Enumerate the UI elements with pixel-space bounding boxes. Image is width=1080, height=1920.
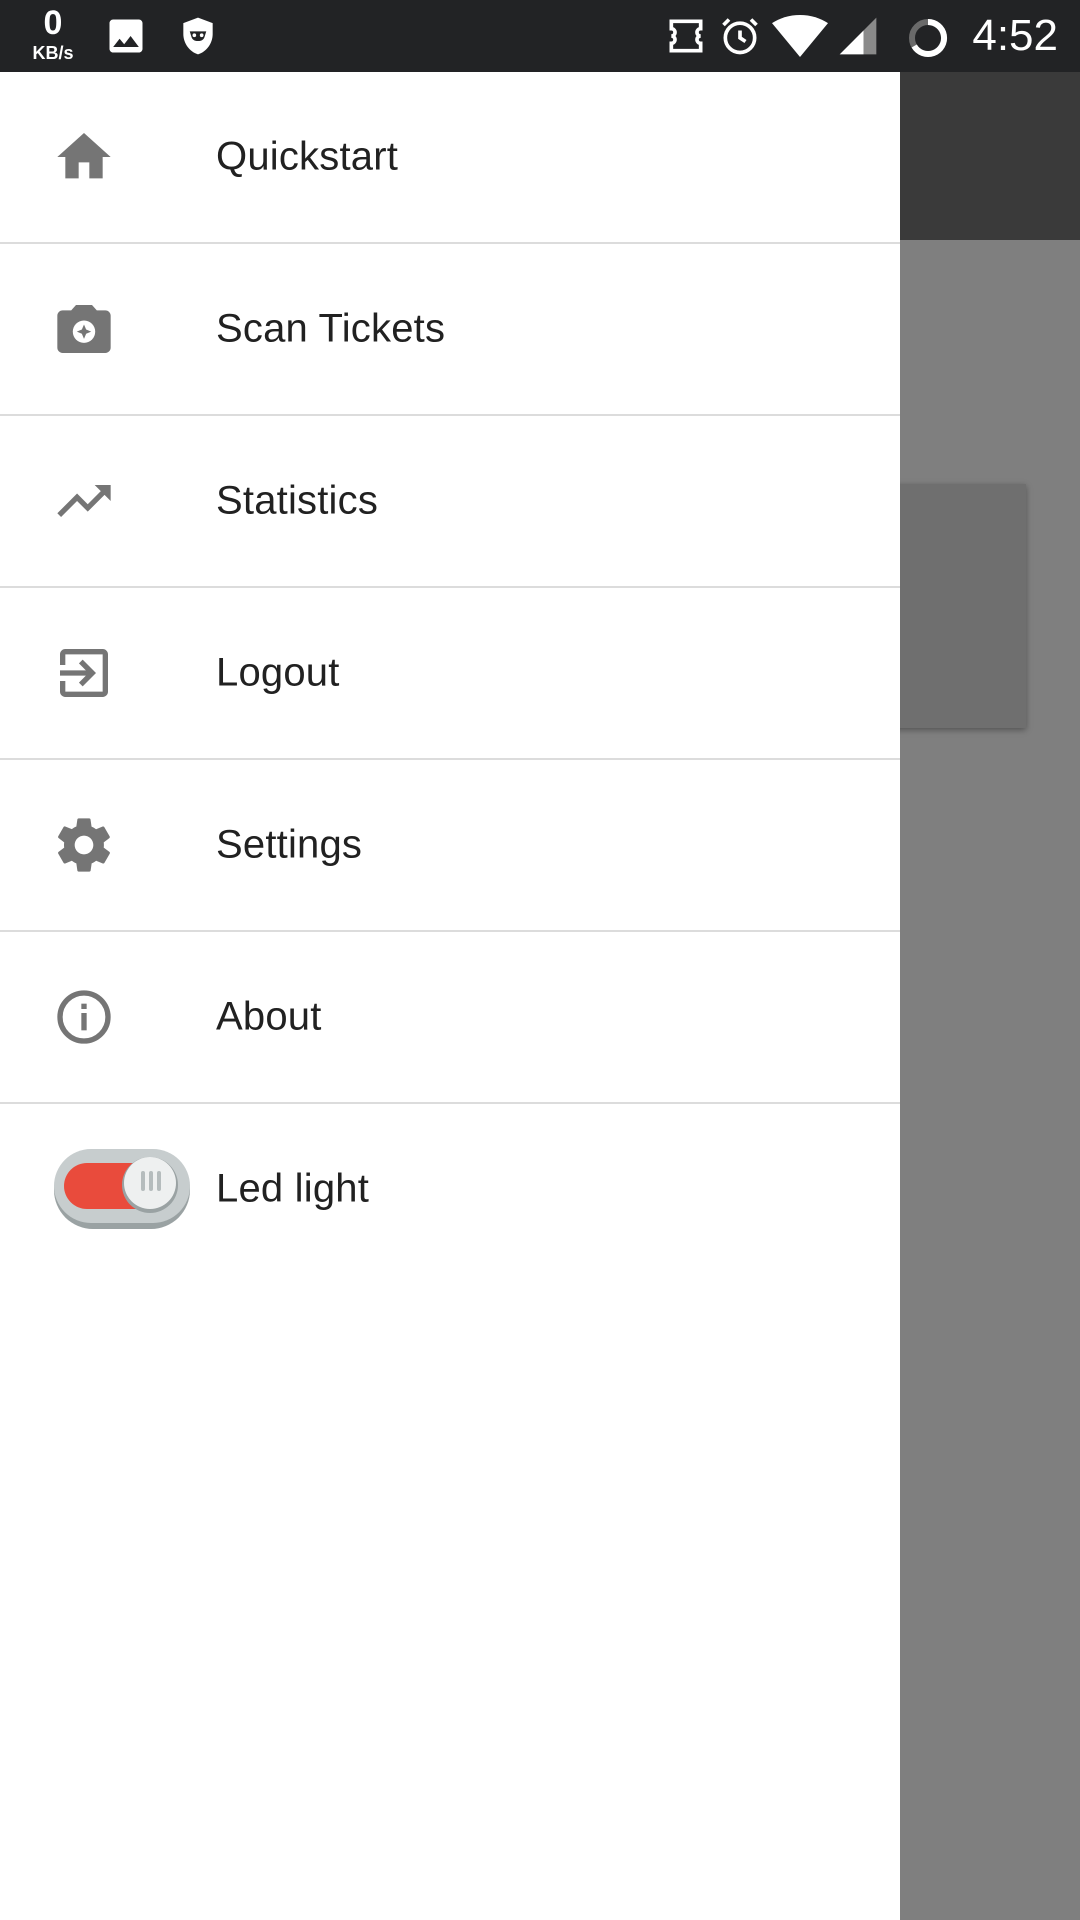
network-speed: 0 KB/s <box>24 6 82 62</box>
navigation-drawer: Quickstart Scan Tickets Statistics Logou… <box>0 72 900 1920</box>
home-icon <box>57 133 111 179</box>
menu-item-label: Quickstart <box>216 134 399 179</box>
camera-icon <box>57 305 111 353</box>
network-speed-unit: KB/s <box>32 43 74 63</box>
menu-item-label: About <box>216 994 322 1039</box>
signal-icon <box>839 17 877 55</box>
network-speed-value: 0 <box>43 4 63 42</box>
wifi-icon <box>772 15 828 57</box>
shield-icon <box>183 17 213 55</box>
menu-item-label: Settings <box>216 822 363 867</box>
menu-item-logout[interactable]: Logout <box>0 588 900 760</box>
menu-item-quickstart[interactable]: Quickstart <box>0 72 900 244</box>
status-bar: 0 KB/s 4:52 <box>0 0 1080 72</box>
info-icon <box>57 990 111 1044</box>
drawer-menu: Quickstart Scan Tickets Statistics Logou… <box>0 72 900 1274</box>
led-light-label: Led light <box>216 1166 370 1211</box>
menu-item-label: Logout <box>216 650 340 695</box>
menu-item-label: Statistics <box>216 478 379 523</box>
menu-item-statistics[interactable]: Statistics <box>0 416 900 588</box>
menu-item-about[interactable]: About <box>0 932 900 1104</box>
image-icon <box>109 19 143 53</box>
menu-item-label: Scan Tickets <box>216 306 446 351</box>
exit-icon <box>60 649 108 697</box>
trending-up-icon <box>57 485 111 517</box>
led-light-toggle[interactable] <box>52 1147 192 1231</box>
menu-item-led-light: Led light <box>0 1104 900 1274</box>
alarm-icon <box>722 18 758 55</box>
menu-item-settings[interactable]: Settings <box>0 760 900 932</box>
gear-icon <box>58 818 110 872</box>
background-card <box>880 484 1026 728</box>
clock: 4:52 <box>972 11 1058 60</box>
menu-item-scan-tickets[interactable]: Scan Tickets <box>0 244 900 416</box>
sync-icon <box>909 18 948 57</box>
ticket-icon <box>669 19 703 53</box>
